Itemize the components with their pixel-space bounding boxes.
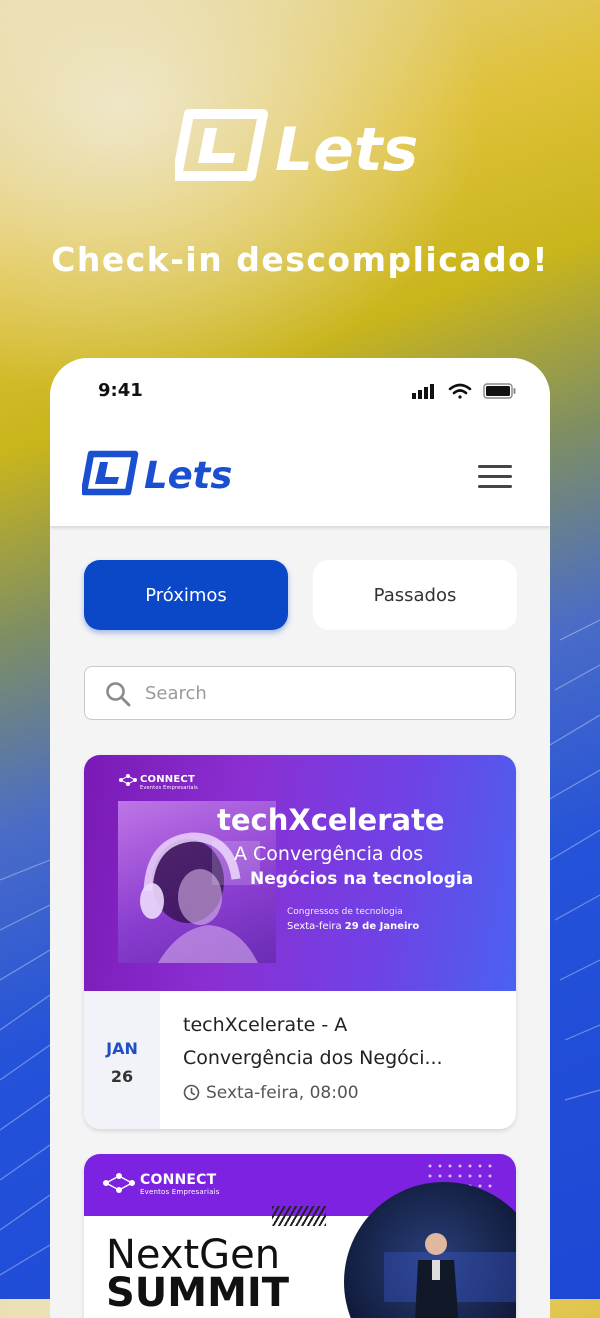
connect-logo-icon [119,774,137,786]
hamburger-menu-icon[interactable] [478,465,512,491]
wifi-icon [448,383,472,399]
status-bar: 9:41 [50,358,550,428]
banner-title-2: SUMMIT [106,1270,290,1316]
connect-brand: CONNECT Eventos Empresariais [140,774,198,791]
battery-icon [483,383,516,399]
signal-icon [412,384,434,399]
speaker-photo [344,1182,516,1318]
app-logo-text: Lets [144,454,232,496]
status-icons [412,383,516,399]
event-time: Sexta-feira, 08:00 [183,1083,359,1103]
lets-logo-icon [175,109,268,181]
lets-logo-text: Lets [275,115,418,182]
event-banner: CONNECT Eventos Empresariais techXcelera… [84,755,516,991]
search-box[interactable] [84,666,516,720]
stripe-decoration [272,1206,326,1226]
event-date-block: JAN 26 [84,991,160,1129]
connect-logo-icon [103,1173,135,1193]
status-time: 9:41 [98,380,143,401]
tab-passados[interactable]: Passados [313,560,517,630]
promo-tagline: Check-in descomplicado! [51,240,549,279]
banner-subtitle-1: A Convergência dos [234,843,424,865]
search-icon [106,682,131,707]
banner-category: Congressos de tecnologia [287,907,403,917]
event-banner: CONNECT Eventos Empresariais NextGen SUM… [84,1154,516,1318]
phone-frame: 9:41 Lets Próximos Passados Search CONNE… [50,358,550,1318]
event-card[interactable]: CONNECT Eventos Empresariais NextGen SUM… [84,1154,516,1318]
lets-logo-icon [82,450,139,496]
banner-date: Sexta-feira 29 de Janeiro [287,921,420,932]
tab-proximos[interactable]: Próximos [84,560,288,630]
app-logo[interactable]: Lets [82,450,242,496]
event-card[interactable]: CONNECT Eventos Empresariais techXcelera… [84,755,516,1129]
clock-icon [183,1084,200,1101]
connect-brand: CONNECT Eventos Empresariais [140,1172,220,1196]
event-day: 26 [110,1067,134,1086]
banner-title: techXcelerate [217,803,445,837]
search-input[interactable] [143,677,497,709]
event-title: techXcelerate - A Convergência dos Negóc… [183,1014,443,1069]
event-info: JAN 26 techXcelerate - A Convergência do… [84,991,516,1129]
speaker-image [384,1233,516,1318]
lets-logo: Lets [175,109,418,182]
app-header: Lets [50,428,550,526]
event-month: JAN [106,1039,138,1058]
banner-subtitle-2: Negócios na tecnologia [250,869,474,889]
